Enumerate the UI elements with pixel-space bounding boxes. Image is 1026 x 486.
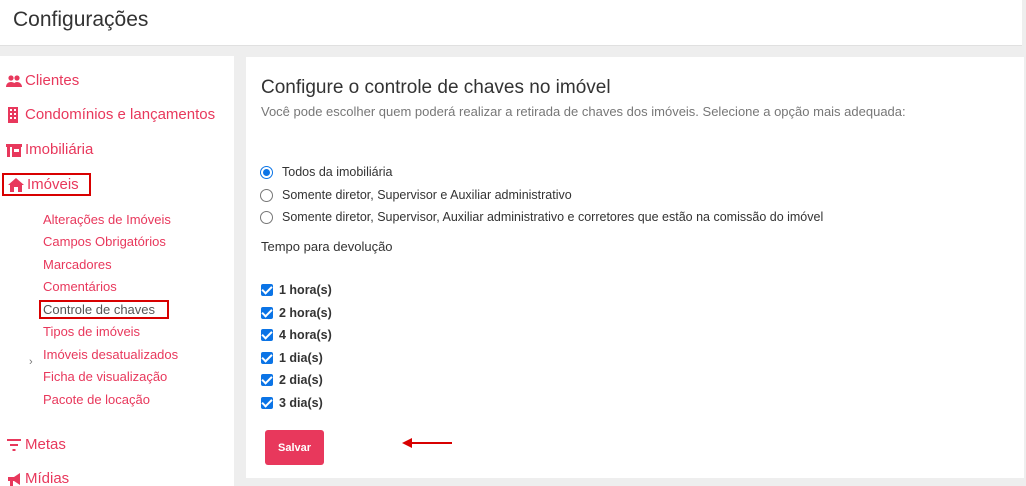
checkbox[interactable] [261, 307, 273, 319]
users-icon [6, 73, 22, 89]
option-com-corretores[interactable]: Somente diretor, Supervisor, Auxiliar ad… [260, 210, 823, 224]
section-title: Configure o controle de chaves no imóvel [261, 77, 611, 98]
tempo-label: Tempo para devolução [261, 239, 393, 254]
checkbox[interactable] [261, 284, 273, 296]
section-subtitle: Você pode escolher quem poderá realizar … [261, 104, 906, 119]
tempo-option-label: 3 dia(s) [279, 396, 323, 410]
annotation-arrow-icon [402, 438, 452, 448]
radio-button[interactable] [260, 210, 273, 224]
megaphone-icon [6, 471, 22, 486]
tempo-1-dia[interactable]: 1 dia(s) [261, 351, 323, 365]
option-label: Somente diretor, Supervisor, Auxiliar ad… [282, 210, 824, 224]
save-button[interactable]: Salvar [265, 430, 324, 465]
tempo-option-label: 1 hora(s) [279, 283, 332, 297]
sidebar-item-label: Clientes [25, 72, 80, 89]
checkbox[interactable] [261, 397, 273, 409]
sidebar-item-label: Mídias [25, 470, 70, 486]
tempo-option-label: 1 dia(s) [279, 351, 323, 365]
tempo-option-label: 4 hora(s) [279, 328, 332, 342]
option-label: Somente diretor, Supervisor e Auxiliar a… [282, 188, 572, 202]
tempo-option-label: 2 hora(s) [279, 306, 332, 320]
tempo-3-dias[interactable]: 3 dia(s) [261, 396, 323, 410]
checkbox[interactable] [261, 329, 273, 341]
subitem-imoveis-desatualizados[interactable]: Imóveis desatualizados [43, 347, 178, 362]
sidebar-item-imoveis[interactable]: Imóveis [2, 173, 91, 196]
sidebar-item-label: Imobiliária [25, 141, 94, 158]
filter-icon [6, 437, 22, 453]
tempo-1-hora[interactable]: 1 hora(s) [261, 283, 332, 297]
subitem-controle-de-chaves[interactable]: Controle de chaves [39, 300, 170, 319]
office-icon [6, 142, 22, 158]
sidebar-item-condominios[interactable]: Condomínios e lançamentos [6, 106, 215, 123]
tempo-2-dias[interactable]: 2 dia(s) [261, 373, 323, 387]
radio-button[interactable] [260, 165, 273, 179]
subitem-alteracoes[interactable]: Alterações de Imóveis [43, 212, 171, 227]
sidebar-item-midias[interactable]: Mídias [6, 470, 69, 486]
option-label: Todos da imobiliária [282, 165, 393, 179]
chevron-right-icon: › [29, 356, 33, 368]
sidebar-item-clientes[interactable]: Clientes [6, 72, 79, 89]
top-bar: Configurações [0, 0, 1022, 46]
checkbox[interactable] [261, 352, 273, 364]
option-todos[interactable]: Todos da imobiliária [260, 165, 392, 179]
subitem-campos-obrigatorios[interactable]: Campos Obrigatórios [43, 234, 166, 249]
subitem-ficha-de-visualizacao[interactable]: Ficha de visualização [43, 369, 167, 384]
subitem-pacote-de-locacao[interactable]: Pacote de locação [43, 392, 150, 407]
sidebar-item-label: Metas [25, 436, 66, 453]
tempo-2-horas[interactable]: 2 hora(s) [261, 306, 332, 320]
subitem-comentarios[interactable]: Comentários [43, 279, 117, 294]
subitem-marcadores[interactable]: Marcadores [43, 257, 112, 272]
page-title: Configurações [13, 8, 149, 31]
sidebar-item-metas[interactable]: Metas [6, 436, 66, 453]
tempo-option-label: 2 dia(s) [279, 373, 323, 387]
radio-button[interactable] [260, 188, 273, 202]
main-panel: Configure o controle de chaves no imóvel… [246, 57, 1024, 478]
tempo-4-horas[interactable]: 4 hora(s) [261, 328, 332, 342]
subitem-tipos-de-imoveis[interactable]: Tipos de imóveis [43, 324, 140, 339]
checkbox[interactable] [261, 374, 273, 386]
option-diretor-supervisor-auxiliar[interactable]: Somente diretor, Supervisor e Auxiliar a… [260, 188, 572, 202]
sidebar-item-label: Imóveis [27, 176, 79, 193]
building-icon [6, 106, 22, 123]
home-icon [8, 177, 24, 193]
sidebar: Clientes Condomínios e lançamentos Imobi… [0, 56, 234, 486]
sidebar-item-label: Condomínios e lançamentos [25, 106, 216, 123]
sidebar-item-imobiliaria[interactable]: Imobiliária [6, 141, 93, 158]
